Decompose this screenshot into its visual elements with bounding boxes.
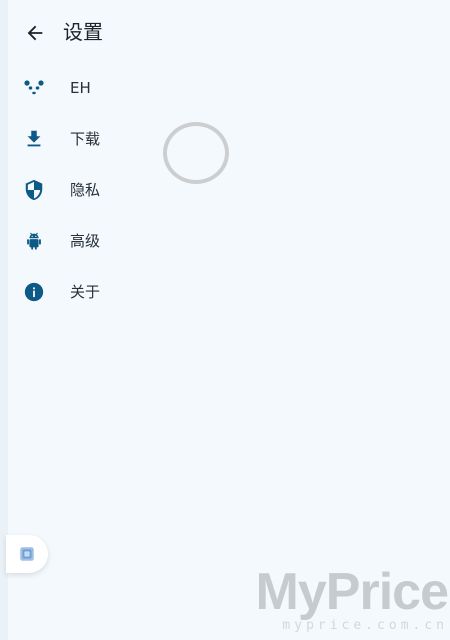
loading-spinner: [163, 122, 229, 184]
watermark: MyPrice myprice.com.cn: [255, 562, 449, 633]
app-icon: [20, 547, 34, 561]
download-icon: [21, 126, 47, 152]
menu-item-privacy[interactable]: 隐私: [0, 164, 450, 215]
menu-item-label: 隐私: [70, 181, 101, 199]
info-icon: [21, 279, 47, 305]
arrow-left-icon: [27, 25, 43, 41]
app-bar: 设置: [0, 0, 450, 64]
menu-item-label: 关于: [70, 283, 101, 301]
settings-menu: EH 下载 隐私 高级 关于: [0, 62, 450, 317]
android-icon: [21, 228, 47, 254]
page-title: 设置: [63, 20, 103, 44]
back-button[interactable]: [22, 20, 48, 46]
menu-item-eh[interactable]: EH: [0, 62, 450, 113]
watermark-url: myprice.com.cn: [282, 618, 448, 633]
shield-icon: [21, 177, 47, 203]
menu-item-advanced[interactable]: 高级: [0, 215, 450, 266]
menu-item-label: 高级: [70, 232, 101, 250]
panda-icon: [21, 75, 47, 101]
menu-item-label: 下载: [70, 130, 101, 148]
floating-button[interactable]: [6, 535, 48, 573]
menu-item-about[interactable]: 关于: [0, 266, 450, 317]
watermark-brand: MyPrice: [255, 563, 449, 621]
menu-item-label: EH: [70, 78, 91, 97]
